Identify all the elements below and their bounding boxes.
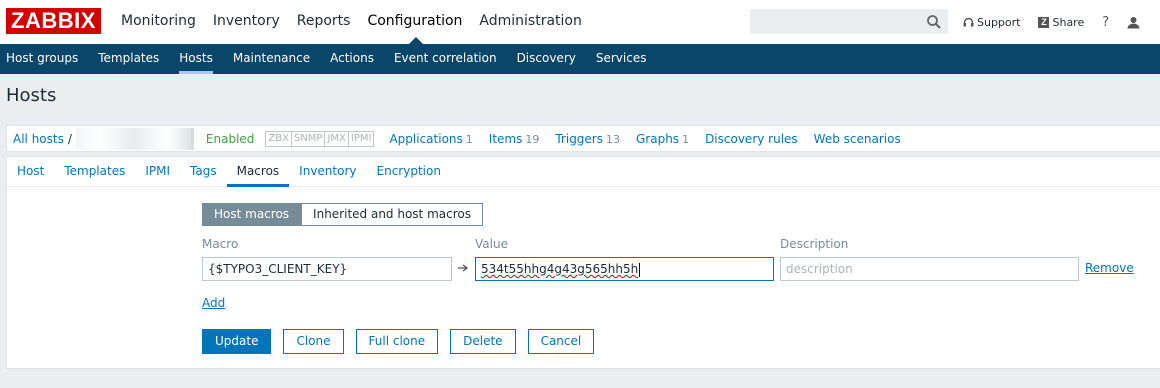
- subnav-templates[interactable]: Templates: [98, 44, 159, 74]
- cancel-button[interactable]: Cancel: [527, 329, 595, 354]
- nav-inventory[interactable]: Inventory: [213, 0, 280, 44]
- main-nav: Monitoring Inventory Reports Configurati…: [121, 0, 599, 44]
- subnav-maintenance[interactable]: Maintenance: [233, 44, 310, 74]
- tab-inventory[interactable]: Inventory: [289, 157, 366, 186]
- tab-host[interactable]: Host: [7, 157, 54, 186]
- macro-mode-switch: Host macros Inherited and host macros: [202, 203, 483, 226]
- top-bar: ZABBIX Monitoring Inventory Reports Conf…: [0, 0, 1160, 44]
- arrow-right-icon: [458, 264, 468, 272]
- badge-jmx: JMX: [324, 130, 349, 147]
- host-name-redacted[interactable]: [75, 127, 194, 150]
- host-breadcrumb: All hosts / Enabled ZBX SNMP JMX IPMI Ap…: [6, 125, 1160, 152]
- breadcrumb-separator: /: [67, 131, 72, 146]
- host-form-panel: Host Templates IPMI Tags Macros Inventor…: [6, 156, 1160, 369]
- tab-ipmi[interactable]: IPMI: [135, 157, 180, 186]
- description-column-header: Description: [780, 237, 849, 251]
- applications-link[interactable]: Applications 1: [389, 132, 472, 146]
- badge-zbx: ZBX: [265, 130, 292, 147]
- all-hosts-link[interactable]: All hosts: [13, 132, 64, 146]
- badge-ipmi: IPMI: [347, 130, 375, 147]
- tab-macros[interactable]: Macros: [226, 157, 290, 187]
- share-label: Share: [1052, 15, 1085, 29]
- badge-snmp: SNMP: [290, 130, 326, 147]
- support-link[interactable]: Support: [963, 16, 1020, 29]
- subnav-host-groups[interactable]: Host groups: [6, 44, 78, 74]
- sub-nav: Host groups Templates Hosts Maintenance …: [0, 44, 1160, 74]
- remove-macro-link[interactable]: Remove: [1085, 261, 1134, 275]
- search-icon[interactable]: [925, 13, 943, 31]
- share-z-icon: Z: [1038, 16, 1050, 28]
- clone-button[interactable]: Clone: [283, 329, 344, 354]
- zabbix-logo[interactable]: ZABBIX: [6, 8, 101, 34]
- macro-description-input[interactable]: description: [780, 257, 1079, 281]
- macro-value-text: 534t55hhg4g43g565hh5h: [481, 262, 639, 276]
- help-icon: ?: [1102, 14, 1110, 30]
- nav-administration[interactable]: Administration: [479, 0, 581, 44]
- subnav-discovery[interactable]: Discovery: [517, 44, 576, 74]
- discovery-rules-link[interactable]: Discovery rules: [705, 132, 798, 146]
- tab-tags[interactable]: Tags: [180, 157, 227, 186]
- user-icon: [1127, 16, 1140, 28]
- help-link[interactable]: ?: [1102, 15, 1109, 30]
- text-cursor: [639, 262, 641, 277]
- host-status-enabled[interactable]: Enabled: [206, 132, 255, 146]
- update-button[interactable]: Update: [202, 329, 272, 354]
- nav-reports[interactable]: Reports: [297, 0, 351, 44]
- share-link[interactable]: Z Share: [1038, 16, 1084, 29]
- value-column-header: Value: [475, 237, 508, 251]
- host-macros-button[interactable]: Host macros: [202, 203, 302, 226]
- page-title: Hosts: [6, 85, 57, 106]
- macro-column-header: Macro: [202, 237, 239, 251]
- full-clone-button[interactable]: Full clone: [355, 329, 439, 354]
- tab-templates[interactable]: Templates: [54, 157, 135, 186]
- add-macro-link[interactable]: Add: [202, 296, 225, 310]
- macro-value-input[interactable]: 534t55hhg4g43g565hh5h: [475, 257, 774, 281]
- subnav-services[interactable]: Services: [596, 44, 647, 74]
- macro-name-input[interactable]: {$TYPO3_CLIENT_KEY}: [202, 257, 452, 281]
- support-label: Support: [977, 15, 1021, 29]
- host-tabs: Host Templates IPMI Tags Macros Inventor…: [7, 157, 1160, 187]
- nav-configuration[interactable]: Configuration: [367, 0, 462, 44]
- items-link[interactable]: Items 19: [489, 132, 540, 146]
- subnav-actions[interactable]: Actions: [330, 44, 374, 74]
- search-input[interactable]: [750, 9, 948, 34]
- availability-badges: ZBX SNMP JMX IPMI: [265, 130, 375, 147]
- delete-button[interactable]: Delete: [450, 329, 516, 354]
- tab-encryption[interactable]: Encryption: [367, 157, 451, 186]
- subnav-event-correlation[interactable]: Event correlation: [394, 44, 497, 74]
- nav-monitoring[interactable]: Monitoring: [121, 0, 196, 44]
- profile-link[interactable]: [1127, 16, 1143, 29]
- top-links: Support Z Share ?: [963, 0, 1160, 44]
- inherited-macros-button[interactable]: Inherited and host macros: [301, 203, 483, 226]
- web-scenarios-link[interactable]: Web scenarios: [814, 132, 901, 146]
- subnav-hosts[interactable]: Hosts: [179, 44, 213, 74]
- graphs-link[interactable]: Graphs 1: [636, 132, 689, 146]
- form-buttons: Update Clone Full clone Delete Cancel: [202, 329, 606, 354]
- triggers-link[interactable]: Triggers 13: [555, 132, 620, 146]
- headset-icon: [963, 17, 974, 26]
